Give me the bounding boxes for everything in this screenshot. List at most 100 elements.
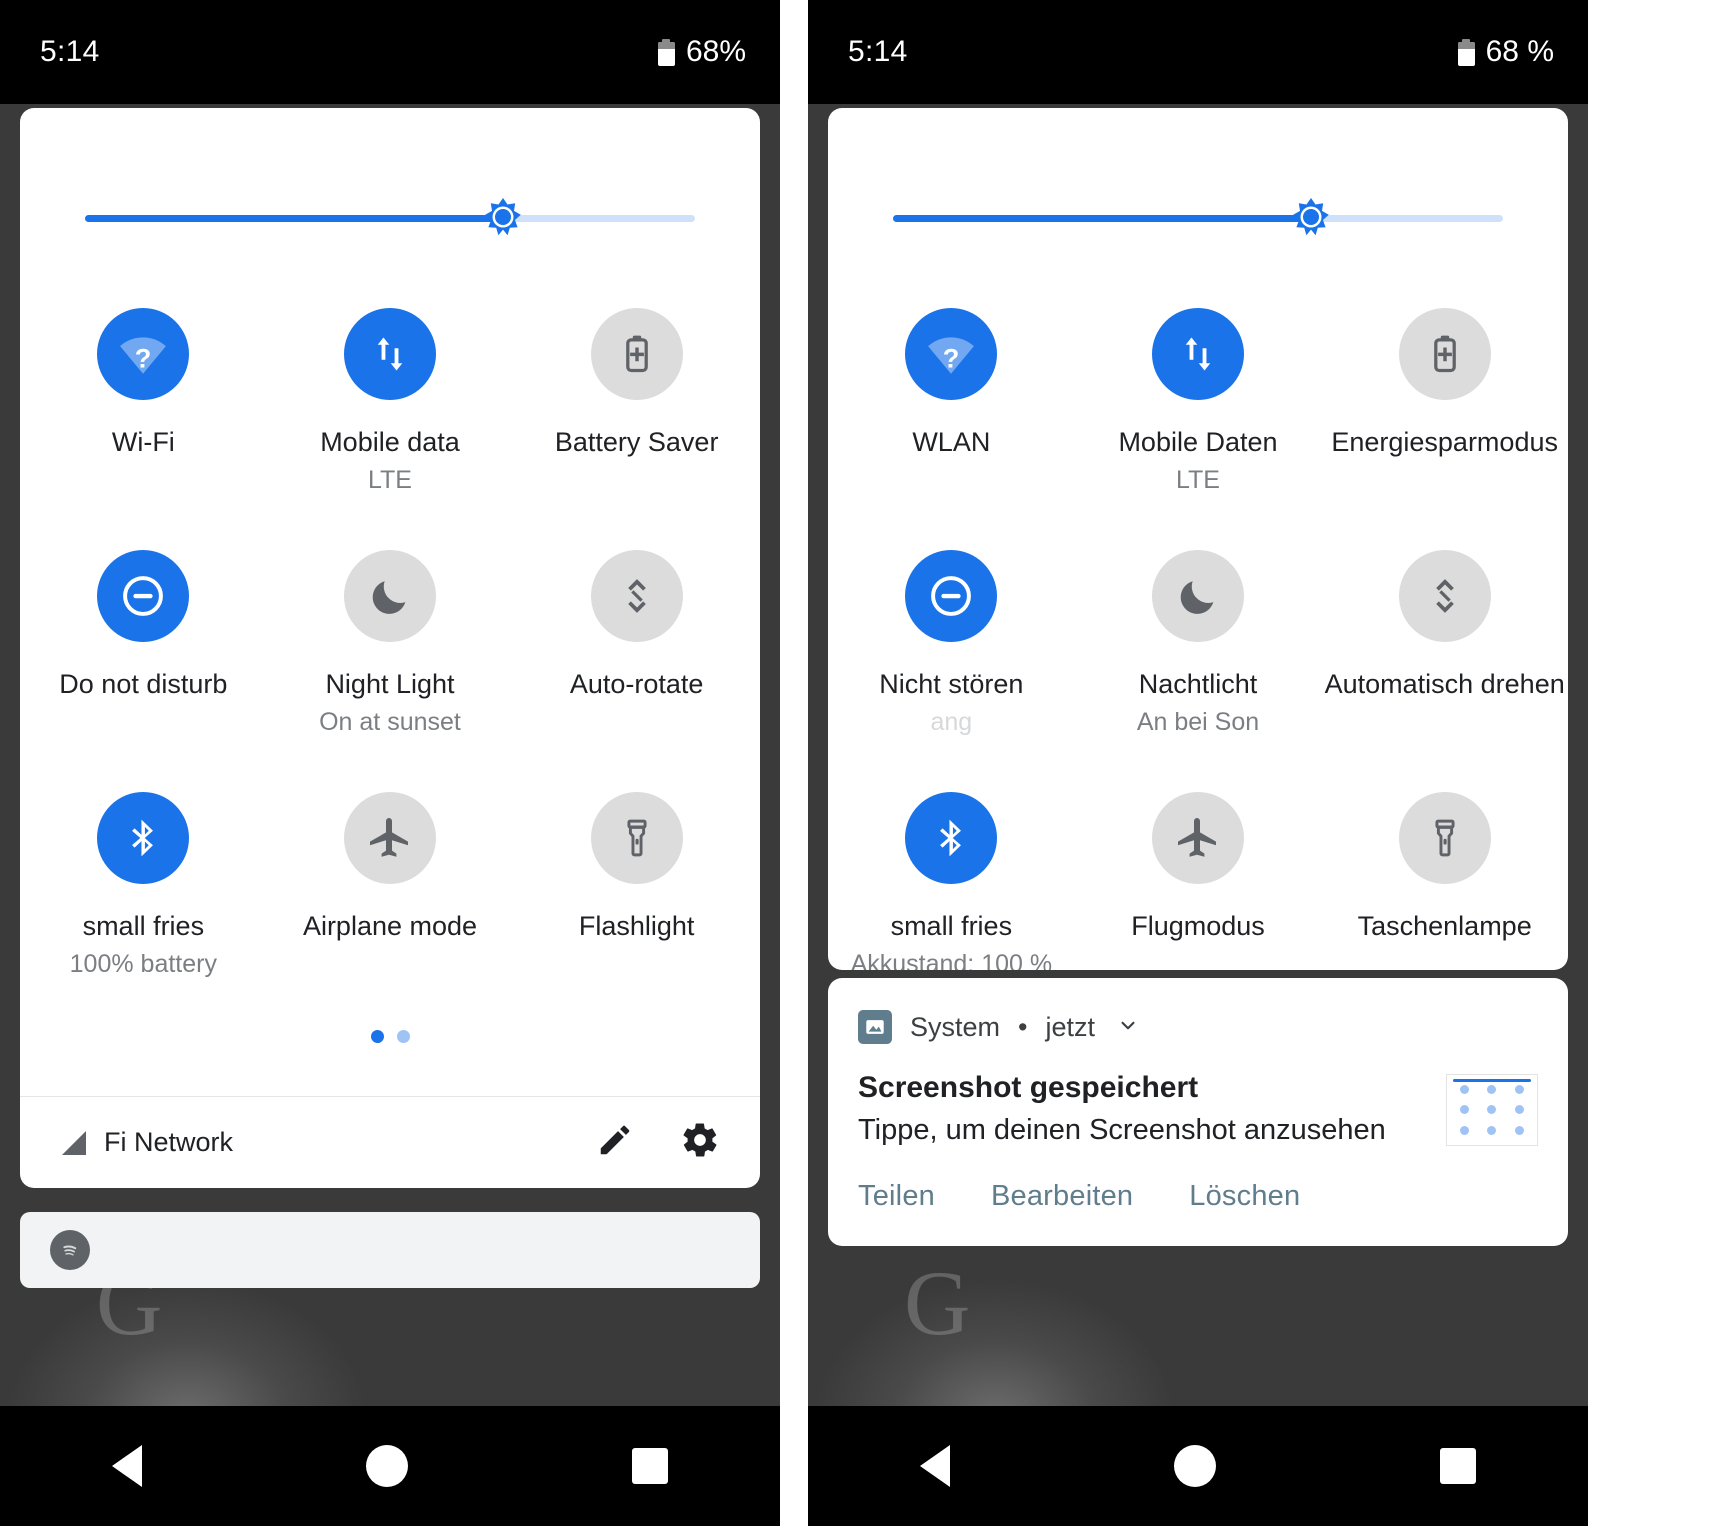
media-player-pill[interactable]	[20, 1212, 760, 1288]
do-not-disturb-icon	[97, 550, 190, 642]
status-bar: 5:14 68%	[0, 0, 780, 104]
network-status[interactable]: Fi Network	[62, 1127, 596, 1158]
pencil-edit-icon[interactable]	[596, 1121, 634, 1164]
tile-label: Wi-Fi	[111, 427, 175, 457]
brightness-sun-icon[interactable]	[481, 195, 525, 239]
tile-label: Airplane mode	[302, 911, 478, 941]
back-triangle-icon[interactable]	[112, 1445, 142, 1487]
tile-mobile-data[interactable]: Mobile data LTE	[267, 286, 514, 528]
signal-triangle-icon	[62, 1130, 86, 1155]
moon-icon	[1151, 550, 1244, 642]
battery-saver-icon	[590, 308, 683, 400]
tile-sublabel: ang	[930, 707, 973, 736]
tile-do-not-disturb[interactable]: Do not disturb	[20, 528, 267, 770]
tile-night-light[interactable]: Nachtlicht An bei Son	[1075, 528, 1322, 770]
comparison-stage: G 5:14 68% ? Wi-Fi Mobile data LTE Batte…	[0, 0, 1714, 1526]
notification-separator: •	[1018, 1011, 1028, 1042]
navigation-bar	[0, 1406, 780, 1526]
battery-icon	[657, 38, 675, 66]
brightness-slider[interactable]	[85, 198, 695, 236]
notification-action-share[interactable]: Teilen	[858, 1180, 935, 1213]
mobile-data-icon	[343, 308, 436, 400]
airplane-icon	[343, 792, 436, 884]
tile-auto-rotate[interactable]: Auto-rotate	[513, 528, 760, 770]
back-triangle-icon[interactable]	[920, 1445, 950, 1487]
tile-label: Do not disturb	[59, 669, 228, 699]
flashlight-icon	[590, 792, 683, 884]
mobile-data-icon	[1151, 308, 1244, 400]
tile-label: Nicht stören	[879, 669, 1024, 699]
home-circle-icon[interactable]	[366, 1445, 408, 1487]
svg-text:?: ?	[943, 342, 960, 373]
tile-flashlight[interactable]: Flashlight	[513, 770, 760, 1012]
tile-flashlight[interactable]: Taschenlampe	[1321, 770, 1568, 970]
notification-text: Tippe, um deinen Screenshot anzusehen	[858, 1113, 1386, 1146]
notification-actions: Teilen Bearbeiten Löschen	[858, 1180, 1538, 1213]
page-indicator[interactable]	[20, 1030, 760, 1043]
brightness-sun-icon[interactable]	[1289, 195, 1333, 239]
tile-sublabel: Akkustand: 100 %	[850, 949, 1053, 970]
brightness-slider[interactable]	[893, 198, 1503, 236]
status-bar-right: 68 %	[1457, 35, 1554, 69]
tile-sublabel: LTE	[367, 465, 412, 494]
footer-actions	[596, 1120, 720, 1165]
screenshot-thumbnail[interactable]	[1446, 1074, 1538, 1146]
tile-wifi[interactable]: ? WLAN	[828, 286, 1075, 528]
battery-percent-label: 68%	[685, 35, 746, 68]
tile-battery-saver[interactable]: Energiesparmodus	[1321, 286, 1568, 528]
tile-night-light[interactable]: Night Light On at sunset	[267, 528, 514, 770]
recents-square-icon[interactable]	[1440, 1448, 1476, 1484]
page-dot-2[interactable]	[396, 1030, 410, 1043]
tile-airplane-mode[interactable]: Flugmodus	[1075, 770, 1322, 970]
quick-settings-tiles: ? WLAN Mobile Daten LTE Energiesparmodus…	[828, 286, 1568, 970]
wifi-question-icon: ?	[905, 308, 998, 400]
notification-body: Screenshot gespeichert Tippe, um deinen …	[858, 1068, 1538, 1150]
tile-label: Flugmodus	[1131, 911, 1265, 941]
tile-label: small fries	[82, 911, 205, 941]
tile-bluetooth-device[interactable]: small fries 100% battery	[20, 770, 267, 1012]
tile-airplane-mode[interactable]: Airplane mode	[267, 770, 514, 1012]
wallpaper-glyph: G	[904, 1252, 970, 1354]
network-label: Fi Network	[104, 1127, 234, 1157]
navigation-bar	[808, 1406, 1588, 1526]
chevron-down-icon[interactable]	[1115, 1012, 1141, 1043]
svg-text:?: ?	[135, 342, 152, 373]
spotify-icon	[50, 1230, 90, 1270]
tile-label: Battery Saver	[554, 427, 719, 457]
tile-wifi[interactable]: ? Wi-Fi	[20, 286, 267, 528]
status-bar: 5:14 68 %	[808, 0, 1588, 104]
tile-label: Automatisch drehen	[1324, 669, 1565, 699]
brightness-fill	[893, 215, 1311, 222]
status-bar-right: 68%	[657, 35, 746, 69]
flashlight-icon	[1398, 792, 1491, 884]
tile-sublabel: An bei Son	[1136, 707, 1260, 736]
wifi-question-icon: ?	[97, 308, 190, 400]
tile-auto-rotate[interactable]: Automatisch drehen	[1321, 528, 1568, 770]
page-dot-1[interactable]	[370, 1030, 384, 1043]
recents-square-icon[interactable]	[632, 1448, 668, 1484]
tile-label: Energiesparmodus	[1331, 427, 1558, 457]
auto-rotate-icon	[1398, 550, 1491, 642]
gear-icon[interactable]	[680, 1120, 720, 1165]
auto-rotate-icon	[590, 550, 683, 642]
phone-screenshot-german: G 5:14 68 % ? WLAN Mobile Daten LTE Ener…	[808, 0, 1588, 1526]
airplane-icon	[1151, 792, 1244, 884]
notification-app-name: System	[910, 1011, 1001, 1042]
quick-settings-panel: ? WLAN Mobile Daten LTE Energiesparmodus…	[828, 108, 1568, 970]
notification-action-edit[interactable]: Bearbeiten	[991, 1180, 1133, 1213]
battery-percent-label: 68 %	[1485, 35, 1554, 68]
do-not-disturb-icon	[905, 550, 998, 642]
home-circle-icon[interactable]	[1174, 1445, 1216, 1487]
tile-bluetooth-device[interactable]: small fries Akkustand: 100 %	[828, 770, 1075, 970]
tile-do-not-disturb[interactable]: Nicht stören ang	[828, 528, 1075, 770]
tile-label: Flashlight	[578, 911, 695, 941]
notification-header[interactable]: System • jetzt	[858, 1004, 1538, 1050]
tile-label: Night Light	[325, 669, 455, 699]
notification-title: Screenshot gespeichert	[858, 1071, 1199, 1104]
notification-card[interactable]: System • jetzt Screenshot gespeichert Ti…	[828, 978, 1568, 1246]
tile-label: Mobile data	[320, 427, 460, 457]
tile-battery-saver[interactable]: Battery Saver	[513, 286, 760, 528]
tile-mobile-data[interactable]: Mobile Daten LTE	[1075, 286, 1322, 528]
notification-action-delete[interactable]: Löschen	[1189, 1180, 1300, 1213]
notification-time: jetzt	[1045, 1011, 1096, 1042]
